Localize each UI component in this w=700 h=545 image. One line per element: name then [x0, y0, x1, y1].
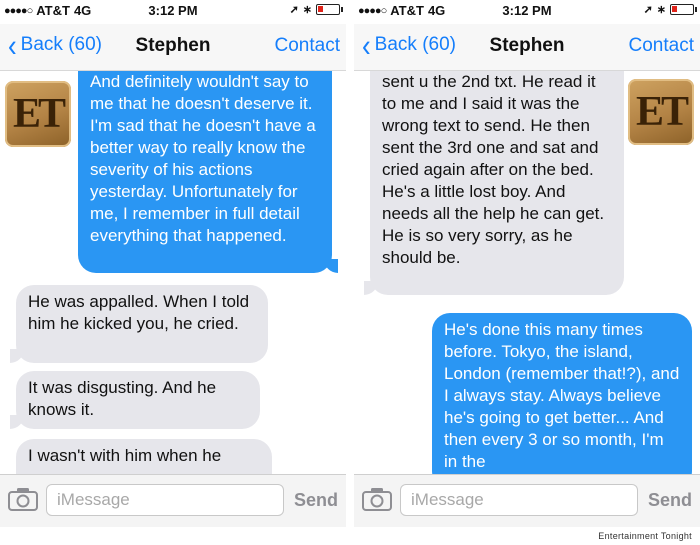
battery-icon	[670, 4, 697, 15]
status-bar: ●●●●○ AT&T 4G 3:12 PM ➚ ∗	[354, 0, 700, 22]
battery-icon	[316, 4, 343, 15]
conversation-nav-bar: ‹ Back (60) Stephen Contact	[0, 24, 346, 71]
camera-icon[interactable]	[8, 487, 38, 511]
back-button[interactable]: ‹ Back (60)	[8, 27, 102, 63]
et-logo: ET	[628, 79, 694, 145]
chevron-left-icon: ‹	[362, 27, 371, 63]
right-phone-screenshot: ●●●●○ AT&T 4G 3:12 PM ➚ ∗ ‹ Back (60) St…	[354, 0, 700, 527]
outgoing-message-bubble: And definitely wouldn't say to me that h…	[78, 71, 338, 273]
contact-button[interactable]: Contact	[629, 35, 694, 57]
incoming-message-bubble: I wasn't with him when he	[16, 439, 272, 475]
send-button[interactable]: Send	[648, 490, 692, 511]
imessage-input[interactable]	[46, 484, 284, 516]
outgoing-message-bubble: He's done this many times before. Tokyo,…	[432, 313, 692, 475]
send-button[interactable]: Send	[294, 490, 338, 511]
message-composer: Send	[354, 474, 700, 527]
back-label: Back (60)	[374, 34, 456, 55]
et-logo: ET	[5, 81, 71, 147]
left-phone-screenshot: ●●●●○ AT&T 4G 3:12 PM ➚ ∗ ‹ Back (60) St…	[0, 0, 346, 527]
status-bar: ●●●●○ AT&T 4G 3:12 PM ➚ ∗	[0, 0, 346, 22]
camera-icon[interactable]	[362, 487, 392, 511]
chevron-left-icon: ‹	[8, 27, 17, 63]
watermark-credit: Entertainment Tonight	[598, 531, 692, 541]
imessage-input[interactable]	[400, 484, 638, 516]
bluetooth-icon: ∗	[656, 4, 666, 16]
location-arrow-icon: ➚	[289, 4, 299, 16]
message-thread[interactable]: sent u the 2nd txt. He read it to me and…	[354, 71, 700, 475]
back-button[interactable]: ‹ Back (60)	[362, 27, 456, 63]
location-arrow-icon: ➚	[643, 4, 653, 16]
incoming-message-bubble: It was disgusting. And he knows it.	[10, 371, 260, 429]
message-thread[interactable]: ET And definitely wouldn't say to me tha…	[0, 71, 346, 475]
message-composer: Send	[0, 474, 346, 527]
conversation-nav-bar: ‹ Back (60) Stephen Contact	[354, 24, 700, 71]
incoming-message-bubble: sent u the 2nd txt. He read it to me and…	[364, 71, 624, 295]
incoming-message-bubble: He was appalled. When I told him he kick…	[10, 285, 268, 363]
back-label: Back (60)	[20, 34, 102, 55]
bluetooth-icon: ∗	[302, 4, 312, 16]
contact-button[interactable]: Contact	[275, 35, 340, 57]
